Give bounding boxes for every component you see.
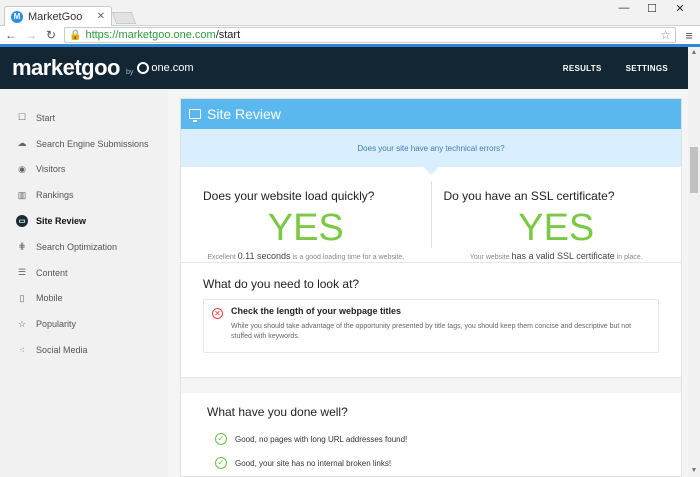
- reload-icon[interactable]: ↻: [44, 28, 58, 42]
- banner-text: Does your site have any technical errors…: [357, 143, 505, 153]
- url-host: https://marketgoo.one.com: [85, 29, 216, 41]
- speed-note-prefix: Excellent: [207, 254, 236, 261]
- sidebar-item-search-optimization[interactable]: ⋕ Search Optimization: [0, 234, 168, 260]
- square-icon: ☐: [17, 112, 27, 123]
- sidebar-item-rankings[interactable]: ▥ Rankings: [0, 182, 168, 208]
- back-arrow-icon[interactable]: ←: [4, 28, 18, 42]
- browser-toolbar: ← → ↻ 🔒 https://marketgoo.one.com/start …: [0, 26, 700, 44]
- sidebar-item-label: Start: [36, 112, 56, 123]
- list-item: ✓ Good, no pages with long URL addresses…: [181, 427, 681, 451]
- sidebar-item-label: Popularity: [36, 319, 77, 330]
- sidebar-item-visitors[interactable]: ◉ Visitors: [0, 157, 168, 183]
- ssl-note-value: has a valid SSL certificate: [511, 251, 615, 261]
- ssl-note: Your website has a valid SSL certificate…: [432, 251, 682, 261]
- check-circle-icon: ✓: [215, 433, 227, 445]
- ssl-question: Do you have an SSL certificate?: [443, 189, 615, 203]
- sidebar-item-label: Rankings: [36, 190, 74, 201]
- maximize-icon[interactable]: ☐: [638, 0, 666, 16]
- check-circle-icon: ✓: [215, 457, 227, 469]
- forward-arrow-icon[interactable]: →: [24, 28, 38, 42]
- tab-close-icon[interactable]: ✕: [97, 11, 105, 22]
- sidebar-item-label: Social Media: [36, 345, 88, 356]
- partner-name: one.com: [151, 62, 194, 74]
- window-controls: — ☐ ✕: [610, 0, 694, 16]
- tab-title: MarketGoo: [28, 10, 83, 23]
- issue-description: While you should take advantage of the o…: [231, 323, 632, 340]
- page-scrollbar[interactable]: ▲ ▼: [688, 47, 700, 477]
- error-x-icon: ✕: [212, 308, 223, 319]
- partner-ring-icon: [137, 62, 150, 74]
- scrollbar-thumb[interactable]: [690, 147, 698, 193]
- main-content: Site Review Does your site have any tech…: [168, 89, 688, 477]
- partner-logo: one.com: [137, 62, 194, 74]
- address-bar[interactable]: 🔒 https://marketgoo.one.com/start ☆: [64, 27, 676, 43]
- sidebar-item-search-engine-submissions[interactable]: ☁ Search Engine Submissions: [0, 131, 168, 157]
- lock-icon: 🔒: [69, 29, 82, 41]
- sidebar-item-label: Mobile: [36, 293, 63, 304]
- mobile-icon: ▯: [19, 292, 25, 303]
- header-nav: RESULTS SETTINGS: [563, 64, 676, 73]
- sidebar-item-content[interactable]: ☰ Content: [0, 260, 168, 286]
- browser-menu-icon[interactable]: ≡: [682, 28, 696, 43]
- section-divider: [181, 377, 681, 393]
- nav-results[interactable]: RESULTS: [563, 64, 602, 73]
- sidebar-item-site-review[interactable]: ▭ Site Review: [0, 208, 168, 234]
- monitor-icon: ▭: [16, 215, 28, 228]
- checks-row: Does your website load quickly? YES Exce…: [181, 167, 681, 263]
- marketgoo-favicon-icon: M: [11, 10, 23, 23]
- sidebar-item-label: Search Optimization: [36, 241, 118, 252]
- bookmark-star-icon[interactable]: ☆: [660, 28, 671, 42]
- url-path: /start: [215, 29, 241, 41]
- user-icon: ◉: [18, 163, 26, 174]
- question-banner: Does your site have any technical errors…: [181, 129, 681, 175]
- sidebar-item-popularity[interactable]: ☆ Popularity: [0, 311, 168, 337]
- issue-title: Check the length of your webpage titles: [231, 306, 402, 316]
- speed-answer: YES: [267, 207, 344, 249]
- monitor-icon: [189, 109, 201, 122]
- ssl-answer: YES: [518, 207, 595, 249]
- sidebar-item-mobile[interactable]: ▯ Mobile: [0, 286, 168, 312]
- done-item-label: Good, no pages with long URL addresses f…: [235, 434, 408, 444]
- card-header: Site Review: [181, 99, 681, 129]
- brand-logo[interactable]: marketgoo: [12, 55, 120, 81]
- list-item: ✓ Good, your site has no internal broken…: [181, 451, 681, 475]
- close-window-icon[interactable]: ✕: [666, 0, 694, 16]
- sidebar-item-social-media[interactable]: ⁖ Social Media: [0, 337, 168, 363]
- share-icon: ⁖: [19, 344, 25, 355]
- ssl-note-prefix: Your website: [469, 254, 510, 261]
- speed-note-suffix: is a good loading time for a website.: [292, 254, 405, 261]
- star-icon: ☆: [17, 318, 27, 329]
- speed-check: Does your website load quickly? YES Exce…: [181, 167, 431, 262]
- page-title: Site Review: [207, 106, 281, 122]
- ssl-check: Do you have an SSL certificate? YES Your…: [430, 181, 682, 261]
- nav-settings[interactable]: SETTINGS: [626, 64, 668, 73]
- brand-by: by: [125, 68, 134, 76]
- bar-chart-icon: ▥: [17, 189, 27, 200]
- sidebar-item-label: Content: [36, 267, 68, 278]
- minimize-icon[interactable]: —: [610, 0, 638, 16]
- lines-icon: ☰: [17, 267, 27, 278]
- speed-question: Does your website load quickly?: [203, 189, 375, 203]
- sidebar-item-label: Visitors: [36, 164, 66, 175]
- done-title: What have you done well?: [207, 405, 348, 419]
- sidebar-item-label: Site Review: [36, 216, 87, 227]
- browser-tab[interactable]: M MarketGoo ✕: [4, 6, 112, 26]
- speed-note: Excellent 0.11 seconds is a good loading…: [181, 251, 431, 261]
- scroll-up-arrow-icon[interactable]: ▲: [688, 47, 700, 59]
- speed-note-value: 0.11 seconds: [237, 251, 291, 261]
- new-tab-button[interactable]: [111, 12, 137, 24]
- scroll-down-arrow-icon[interactable]: ▼: [688, 465, 700, 477]
- sliders-icon: ⋕: [18, 241, 26, 252]
- issue-card[interactable]: ✕ Check the length of your webpage title…: [203, 299, 659, 353]
- site-review-card: Site Review Does your site have any tech…: [180, 98, 682, 477]
- todo-title: What do you need to look at?: [203, 277, 360, 291]
- sidebar-item-label: Search Engine Submissions: [36, 138, 149, 149]
- sidebar-item-start[interactable]: ☐ Start: [0, 105, 168, 131]
- browser-tabstrip: M MarketGoo ✕ — ☐ ✕: [0, 0, 700, 26]
- ssl-note-suffix: in place.: [616, 254, 643, 261]
- sidebar: ☐ Start ☁ Search Engine Submissions ◉ Vi…: [0, 89, 168, 477]
- site-header: marketgoo by one.com RESULTS SETTINGS: [0, 47, 688, 89]
- cloud-upload-icon: ☁: [17, 138, 27, 149]
- done-item-label: Good, your site has no internal broken l…: [235, 458, 392, 468]
